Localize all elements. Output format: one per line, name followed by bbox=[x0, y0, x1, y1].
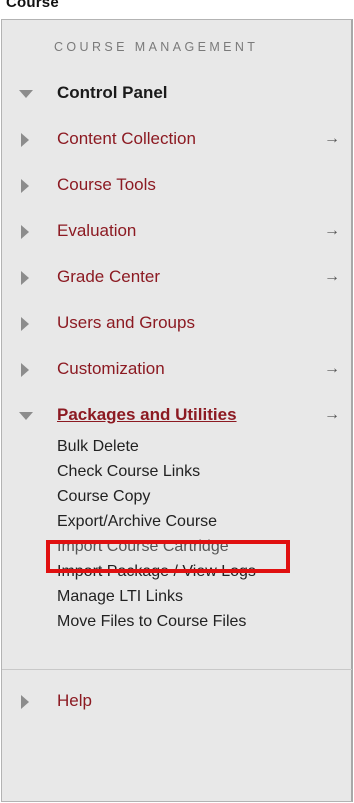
arrow-right-icon[interactable]: → bbox=[324, 406, 340, 424]
submenu-import-package-view-logs[interactable]: Import Package / View Logs bbox=[57, 563, 256, 581]
triangle-right-icon bbox=[21, 363, 29, 377]
triangle-down-icon bbox=[19, 412, 33, 420]
menu-separator bbox=[2, 669, 352, 670]
submenu-import-course-cartridge[interactable]: Import Course Cartridge bbox=[57, 538, 229, 556]
arrow-right-icon[interactable]: → bbox=[324, 268, 340, 286]
menu-customization[interactable]: Customization → bbox=[2, 354, 352, 386]
menu-grade-center-label: Grade Center bbox=[57, 267, 160, 286]
menu-customization-label: Customization bbox=[57, 359, 165, 378]
menu-course-tools-label: Course Tools bbox=[57, 175, 156, 194]
triangle-right-icon bbox=[21, 317, 29, 331]
menu-packages-and-utilities[interactable]: Packages and Utilities → bbox=[2, 400, 352, 432]
triangle-right-icon bbox=[21, 133, 29, 147]
submenu-manage-lti-links[interactable]: Manage LTI Links bbox=[57, 588, 183, 606]
menu-grade-center[interactable]: Grade Center → bbox=[2, 262, 352, 294]
submenu-course-copy[interactable]: Course Copy bbox=[57, 488, 150, 506]
menu-control-panel[interactable]: Control Panel bbox=[2, 78, 352, 110]
menu-evaluation[interactable]: Evaluation → bbox=[2, 216, 352, 248]
menu-help-label: Help bbox=[57, 691, 92, 710]
triangle-right-icon bbox=[21, 271, 29, 285]
menu-users-and-groups-label: Users and Groups bbox=[57, 313, 195, 332]
arrow-right-icon[interactable]: → bbox=[324, 130, 340, 148]
menu-packages-and-utilities-label[interactable]: Packages and Utilities bbox=[57, 405, 237, 425]
menu-evaluation-label: Evaluation bbox=[57, 221, 137, 240]
submenu-bulk-delete[interactable]: Bulk Delete bbox=[57, 438, 139, 456]
triangle-right-icon bbox=[21, 179, 29, 193]
menu-course-tools[interactable]: Course Tools bbox=[2, 170, 352, 202]
submenu-check-course-links[interactable]: Check Course Links bbox=[57, 463, 200, 481]
arrow-right-icon[interactable]: → bbox=[324, 222, 340, 240]
menu-users-and-groups[interactable]: Users and Groups bbox=[2, 308, 352, 340]
menu-content-collection-label: Content Collection bbox=[57, 129, 196, 148]
submenu-move-files-to-course-files[interactable]: Move Files to Course Files bbox=[57, 613, 246, 631]
triangle-right-icon bbox=[21, 695, 29, 709]
menu-control-panel-label: Control Panel bbox=[57, 83, 168, 102]
triangle-right-icon bbox=[21, 225, 29, 239]
page-caption: Course bbox=[6, 0, 59, 11]
menu-content-collection[interactable]: Content Collection → bbox=[2, 124, 352, 156]
submenu-export-archive-course[interactable]: Export/Archive Course bbox=[57, 513, 217, 531]
course-management-panel: COURSE MANAGEMENT Control Panel Content … bbox=[1, 19, 353, 802]
course-management-heading: COURSE MANAGEMENT bbox=[54, 40, 259, 54]
menu-help[interactable]: Help bbox=[2, 686, 352, 718]
arrow-right-icon[interactable]: → bbox=[324, 360, 340, 378]
triangle-down-icon bbox=[19, 90, 33, 98]
